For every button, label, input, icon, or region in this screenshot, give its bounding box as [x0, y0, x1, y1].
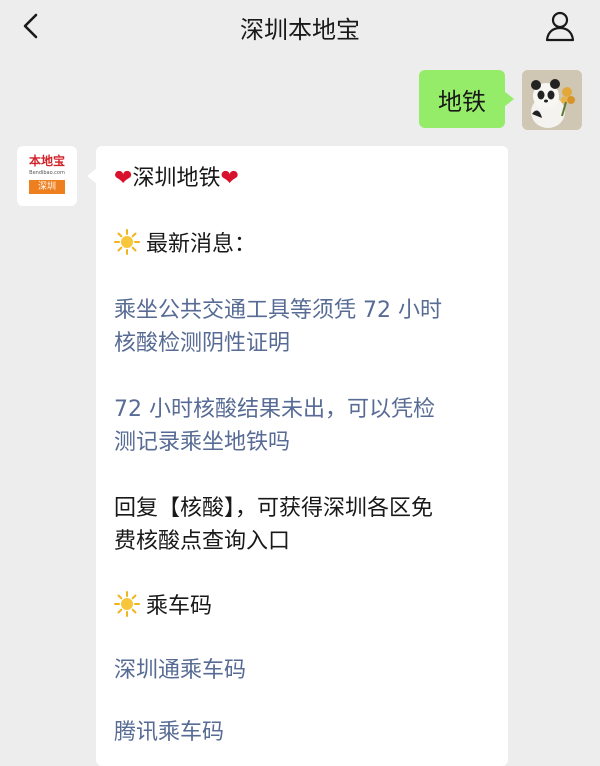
section-title-ride-code: 乘车码	[114, 590, 494, 623]
official-account-avatar[interactable]: 本地宝 Bendibao.com 深圳	[17, 146, 77, 206]
reply-line2: 费核酸点查询入口	[114, 529, 291, 554]
link-text-line: 乘坐公共交通工具等须凭 72 小时	[114, 298, 442, 323]
menu-heading: ❤深圳地铁❤	[114, 162, 494, 195]
sun-icon	[114, 229, 140, 255]
chat-title: 深圳本地宝	[240, 16, 360, 44]
person-icon[interactable]	[542, 8, 578, 44]
link-72h-result-pending[interactable]: 72 小时核酸结果未出，可以凭检 测记录乘坐地铁吗	[114, 393, 494, 459]
link-text-line: 深圳通乘车码	[114, 658, 247, 683]
link-72h-certificate[interactable]: 乘坐公共交通工具等须凭 72 小时 核酸检测阴性证明	[114, 294, 494, 360]
link-text-line: 测记录乘坐地铁吗	[114, 430, 291, 455]
top-bar: 深圳本地宝	[0, 0, 600, 52]
incoming-message-bubble: ❤深圳地铁❤ 最新消息： 乘坐公共交通工具等须凭 72 小时 核酸检测阴性证明 …	[87, 146, 508, 766]
panda-avatar-image	[522, 70, 582, 130]
outgoing-message-text: 地铁	[438, 87, 486, 116]
reply-prefix: 回复	[114, 496, 159, 521]
menu-heading-text: 深圳地铁	[132, 166, 221, 191]
sun-icon	[114, 591, 140, 617]
link-shenzhentong-ride-code[interactable]: 深圳通乘车码	[114, 654, 494, 687]
heart-icon: ❤	[220, 166, 239, 191]
brand-logo-url: Bendibao.com	[29, 170, 65, 176]
reply-keyword: 【核酸】	[158, 496, 236, 521]
section-title-text: 最新消息：	[146, 232, 257, 257]
link-text-line: 72 小时核酸结果未出，可以凭检	[114, 397, 435, 422]
reply-instruction: 回复【核酸】，可获得深圳各区免 费核酸点查询入口	[114, 492, 494, 558]
brand-logo-city: 深圳	[29, 180, 65, 194]
outgoing-message-bubble[interactable]: 地铁	[419, 70, 514, 128]
section-title-news: 最新消息：	[114, 228, 494, 261]
section-title-text: 乘车码	[146, 594, 213, 619]
brand-logo-text: 本地宝	[28, 154, 65, 168]
reply-suffix: ，可获得深圳各区免	[235, 496, 434, 521]
heart-icon: ❤	[114, 166, 133, 191]
link-text-line: 核酸检测阴性证明	[114, 331, 291, 356]
avatar[interactable]	[522, 70, 582, 130]
